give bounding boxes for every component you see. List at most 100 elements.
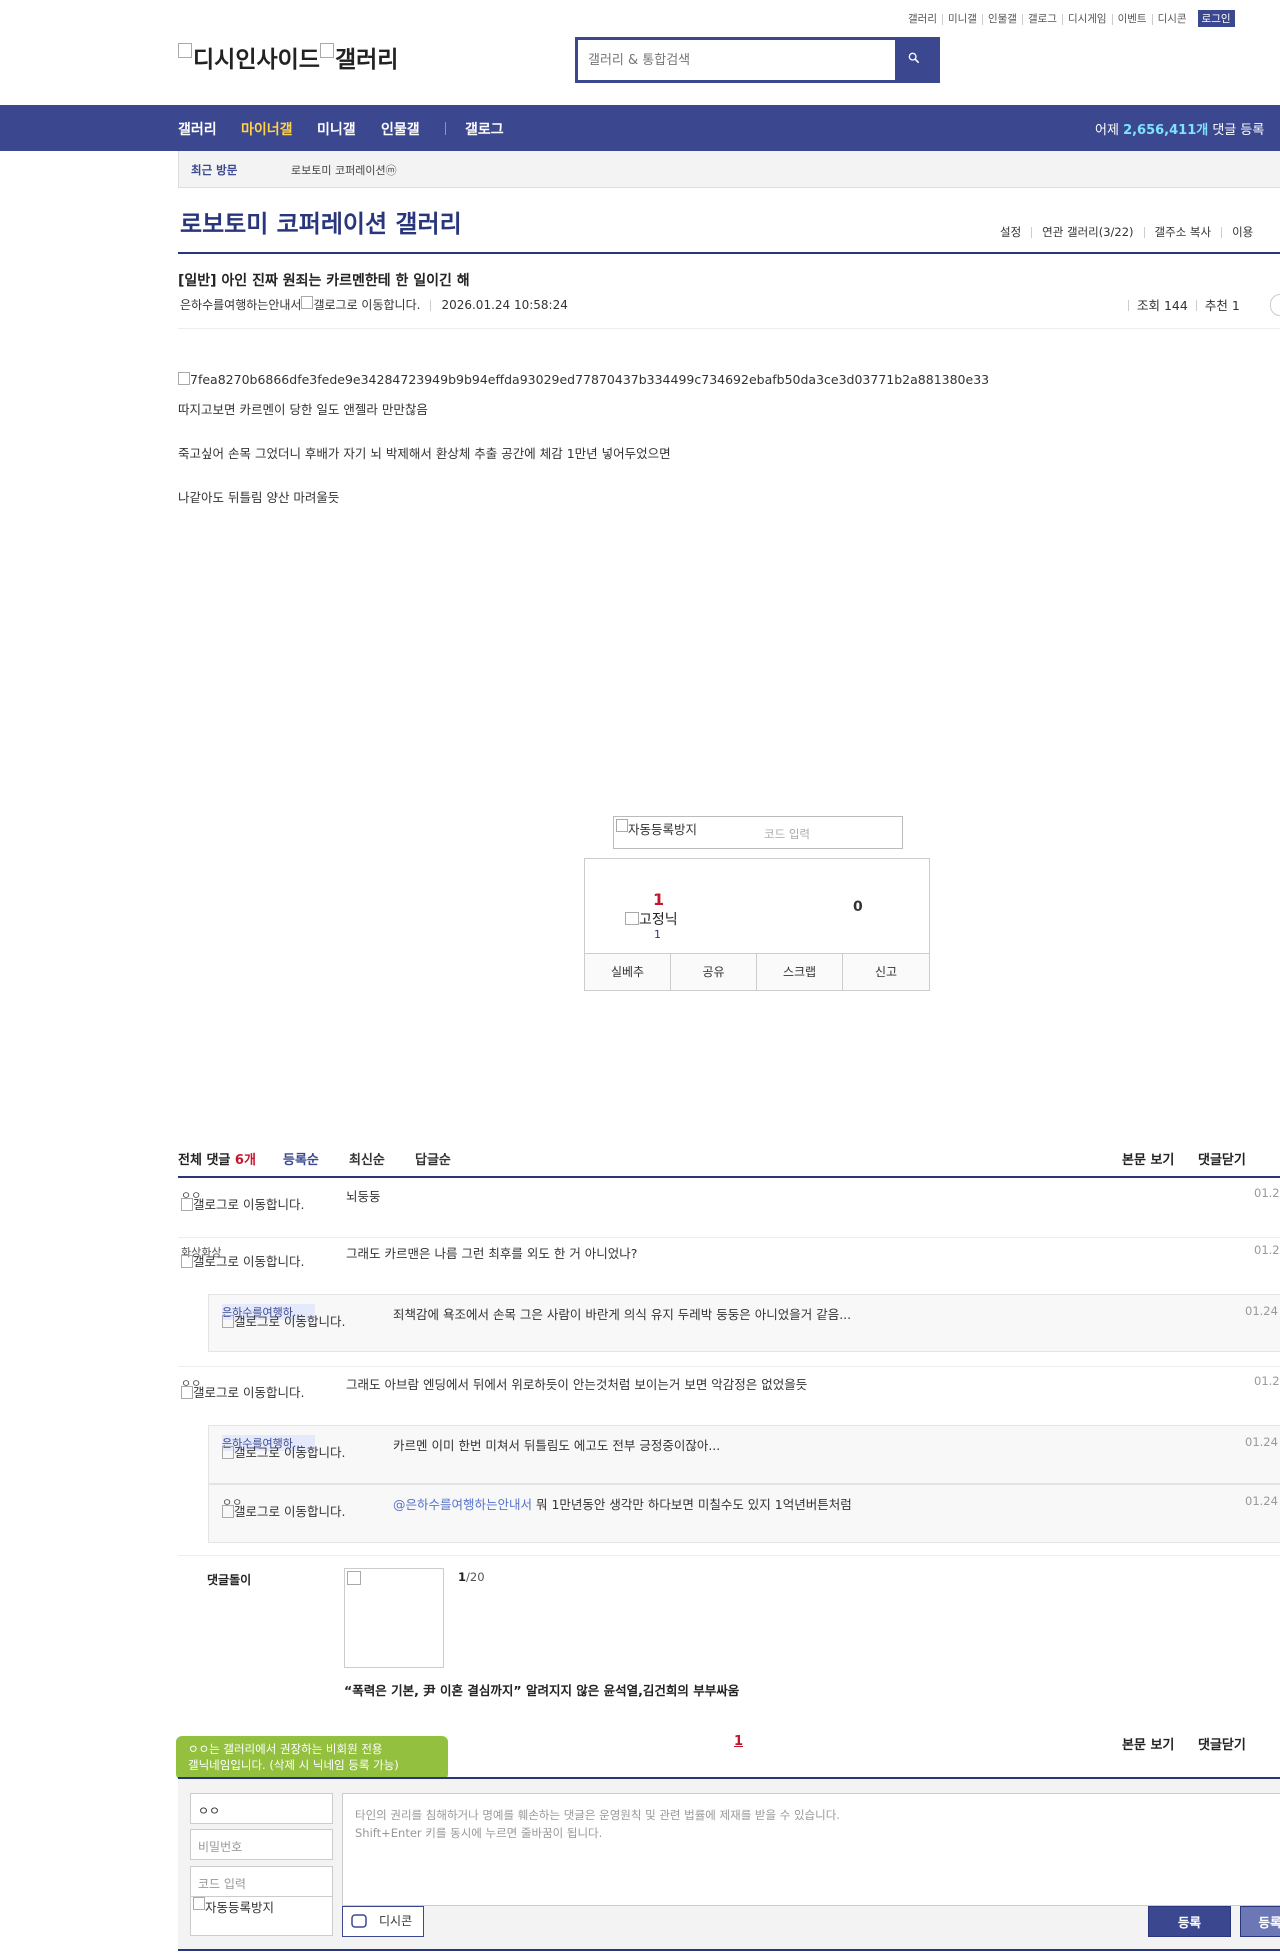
comment-text: 그래도 카르맨은 나름 그런 최후를 외도 한 거 아니었나? [346,1246,638,1261]
gallery-usage-link[interactable]: 이용 [1221,226,1263,238]
realbest-recommend-button[interactable]: 실베추 [585,954,671,990]
broken-image-icon [222,1505,234,1518]
captcha-image: 자동등록방지 [190,1896,333,1936]
comment-total-label: 전체 댓글 [178,1153,235,1168]
util-link-minigall[interactable]: 미니갤 [941,14,982,25]
broken-image-icon [222,1315,234,1328]
tooltip-line: 갤닉네임입니다. (삭제 시 닉네임 등록 가능) [188,1758,399,1772]
captcha-code-field[interactable]: 코드 입력 [190,1866,333,1897]
broken-image-icon [347,1571,361,1585]
reply-text: 죄책감에 욕조에서 손목 그은 사람이 바란게 의식 유지 두레박 둥둥은 아니… [393,1307,852,1322]
comment-bot-title[interactable]: “폭력은 기본, 尹 이혼 결심까지” 알려지지 않은 윤석열,김건희의 부부싸… [344,1680,739,1699]
dccon-button[interactable]: 디시콘 [342,1906,424,1937]
post-image-alt: 7fea8270b6866dfe3fede9e34284723949b9b94e… [190,372,990,387]
scrap-button[interactable]: 스크랩 [757,954,843,990]
top-utility-links: 갤러리 미니갤 인물갤 갤로그 디시게임 이벤트 디시콘 로그인 [903,10,1280,28]
util-link-dccon[interactable]: 디시콘 [1151,14,1192,25]
recommend-captcha: 자동등록방지 코드 입력 [613,816,903,849]
comment-total: 전체 댓글 6개 [178,1149,256,1168]
nav-galog[interactable]: 갤로그 [465,119,504,139]
textarea-placeholder-line: Shift+Enter 키를 동시에 누르면 줄바꿈이 됩니다. [355,1826,603,1840]
broken-image-icon [301,296,314,309]
search-input[interactable] [578,40,896,80]
gallery-settings-link[interactable]: 설정 [1000,226,1031,238]
search-button[interactable] [895,40,937,80]
stat-prefix: 어제 [1095,123,1124,138]
comment-galog-link[interactable]: 갤로그로 이동합니다. [181,1386,321,1399]
util-link-event[interactable]: 이벤트 [1111,14,1152,25]
recent-visit-label: 최근 방문 [191,163,238,177]
copy-gallery-url-link[interactable]: 갤주소 복사 [1143,226,1222,238]
comment-date: 01.24 [1254,1374,1280,1388]
report-button[interactable]: 신고 [843,954,929,990]
share-button[interactable]: 공유 [671,954,757,990]
captcha-image-alt: 자동등록방지 [628,822,698,837]
reply-galog-link[interactable]: 갤로그로 이동합니다. [222,1315,362,1328]
comment-total-count: 6개 [234,1153,256,1168]
tooltip-line: ㅇㅇ는 갤러리에서 권장하는 비회원 전용 [188,1742,383,1756]
comment-textarea[interactable]: 타인의 권리를 침해하거나 명예를 훼손하는 댓글은 운영원칙 및 관련 법률에… [342,1793,1280,1906]
recommend-up-button[interactable]: 고정닉 [625,909,678,929]
submit-recommend-button[interactable]: 등록 [1240,1906,1280,1937]
reply-mention[interactable]: @은하수를여행하는안내서 [393,1497,532,1512]
fixnick-alt: 고정닉 [639,912,678,928]
comment-date: 01.24 [1254,1243,1280,1257]
reply-item: ㅇㅇ 갤로그로 이동합니다. @은하수를여행하는안내서 뭐 1만년동안 생각만 … [208,1484,1280,1543]
broken-image-icon [178,372,190,385]
comment-date: 01.24 [1254,1186,1280,1200]
gallery-title[interactable]: 로보토미 코퍼레이션 갤러리 [180,204,462,239]
post-author-galog-alt[interactable]: 갤로그로 이동합니다. [313,298,420,312]
recent-visit-link[interactable]: 로보토미 코퍼레이션ⓜ [291,162,397,178]
nav-mini-gallery[interactable]: 미니갤 [317,119,356,139]
password-field[interactable]: 비밀번호 [190,1829,333,1860]
comment-galog-link[interactable]: 갤로그로 이동합니다. [181,1198,321,1211]
util-link-gallery[interactable]: 갤러리 [903,14,942,25]
comment-bot-label: 댓글돌이 [207,1573,252,1587]
login-button[interactable]: 로그인 [1197,10,1235,27]
recent-visit-bar: 최근 방문 로보토미 코퍼레이션ⓜ [178,151,1280,188]
post-stats: 조회 144 추천 1 [1128,298,1248,313]
comment-bot-thumbnail[interactable] [344,1568,444,1668]
divider [178,328,1280,329]
post-author[interactable]: 은하수를여행하는안내서 [180,298,301,312]
reply-date: 01.24 [1245,1435,1278,1449]
galog-alt: 갤로그로 이동합니다. [234,1445,346,1460]
related-galleries-link[interactable]: 연관 갤러리(3/22) [1031,226,1143,238]
divider [178,1949,1280,1951]
sort-by-registration[interactable]: 등록순 [283,1149,319,1168]
sort-by-replies[interactable]: 답글순 [415,1149,451,1168]
recommend-action-bar: 실베추 공유 스크랩 신고 [585,953,929,990]
util-link-dcgame[interactable]: 디시게임 [1061,14,1112,25]
comment-page-current[interactable]: 1 [734,1734,743,1749]
close-comments-link-bottom[interactable]: 댓글닫기 [1198,1734,1246,1753]
post-meta: 은하수를여행하는안내서 갤로그로 이동합니다. 2026.01.24 10:58:2… [180,296,568,313]
meta-divider [430,300,432,311]
sort-by-latest[interactable]: 최신순 [349,1149,385,1168]
nickname-field[interactable]: ㅇㅇ [190,1793,333,1824]
close-comments-link[interactable]: 댓글닫기 [1198,1149,1246,1168]
reply-galog-link[interactable]: 갤로그로 이동합니다. [222,1505,362,1518]
submit-button[interactable]: 등록 [1148,1906,1231,1937]
site-logo[interactable]: 디시인사이드 갤러리 [178,40,398,74]
nav-minor-gallery[interactable]: 마이너갤 [241,119,293,139]
post-comment-count-badge[interactable] [1270,294,1280,316]
galog-alt: 갤로그로 이동합니다. [193,1197,305,1212]
util-link-galog[interactable]: 갤로그 [1021,14,1062,25]
search-box [575,37,940,83]
view-body-link[interactable]: 본문 보기 [1122,1149,1174,1168]
recommend-down-count[interactable]: 0 [853,899,863,915]
captcha-code-input[interactable]: 코드 입력 [764,826,810,842]
gallery-links: 설정 연관 갤러리(3/22) 갤주소 복사 이용 [1000,225,1263,239]
stat-suffix: 댓글 등록 [1208,123,1265,138]
nav-person-gallery[interactable]: 인물갤 [381,119,420,139]
broken-image-icon [181,1255,193,1268]
nav-gallery[interactable]: 갤러리 [178,119,217,139]
view-body-link-bottom[interactable]: 본문 보기 [1122,1734,1174,1753]
recommend-up-count: 1 [653,890,665,909]
reply-galog-link[interactable]: 갤로그로 이동합니다. [222,1446,362,1459]
comment-galog-link[interactable]: 갤로그로 이동합니다. [181,1255,321,1268]
reply-date: 01.24 [1245,1304,1278,1318]
util-link-persongall[interactable]: 인물갤 [981,14,1022,25]
comment-item: ㅇㅇ 갤로그로 이동합니다. 뇌둥둥 01.24 [178,1183,1280,1238]
post-body-line: 죽고싶어 손목 그었더니 후배가 자기 뇌 박제해서 환상체 추출 공간에 체감… [178,446,671,461]
